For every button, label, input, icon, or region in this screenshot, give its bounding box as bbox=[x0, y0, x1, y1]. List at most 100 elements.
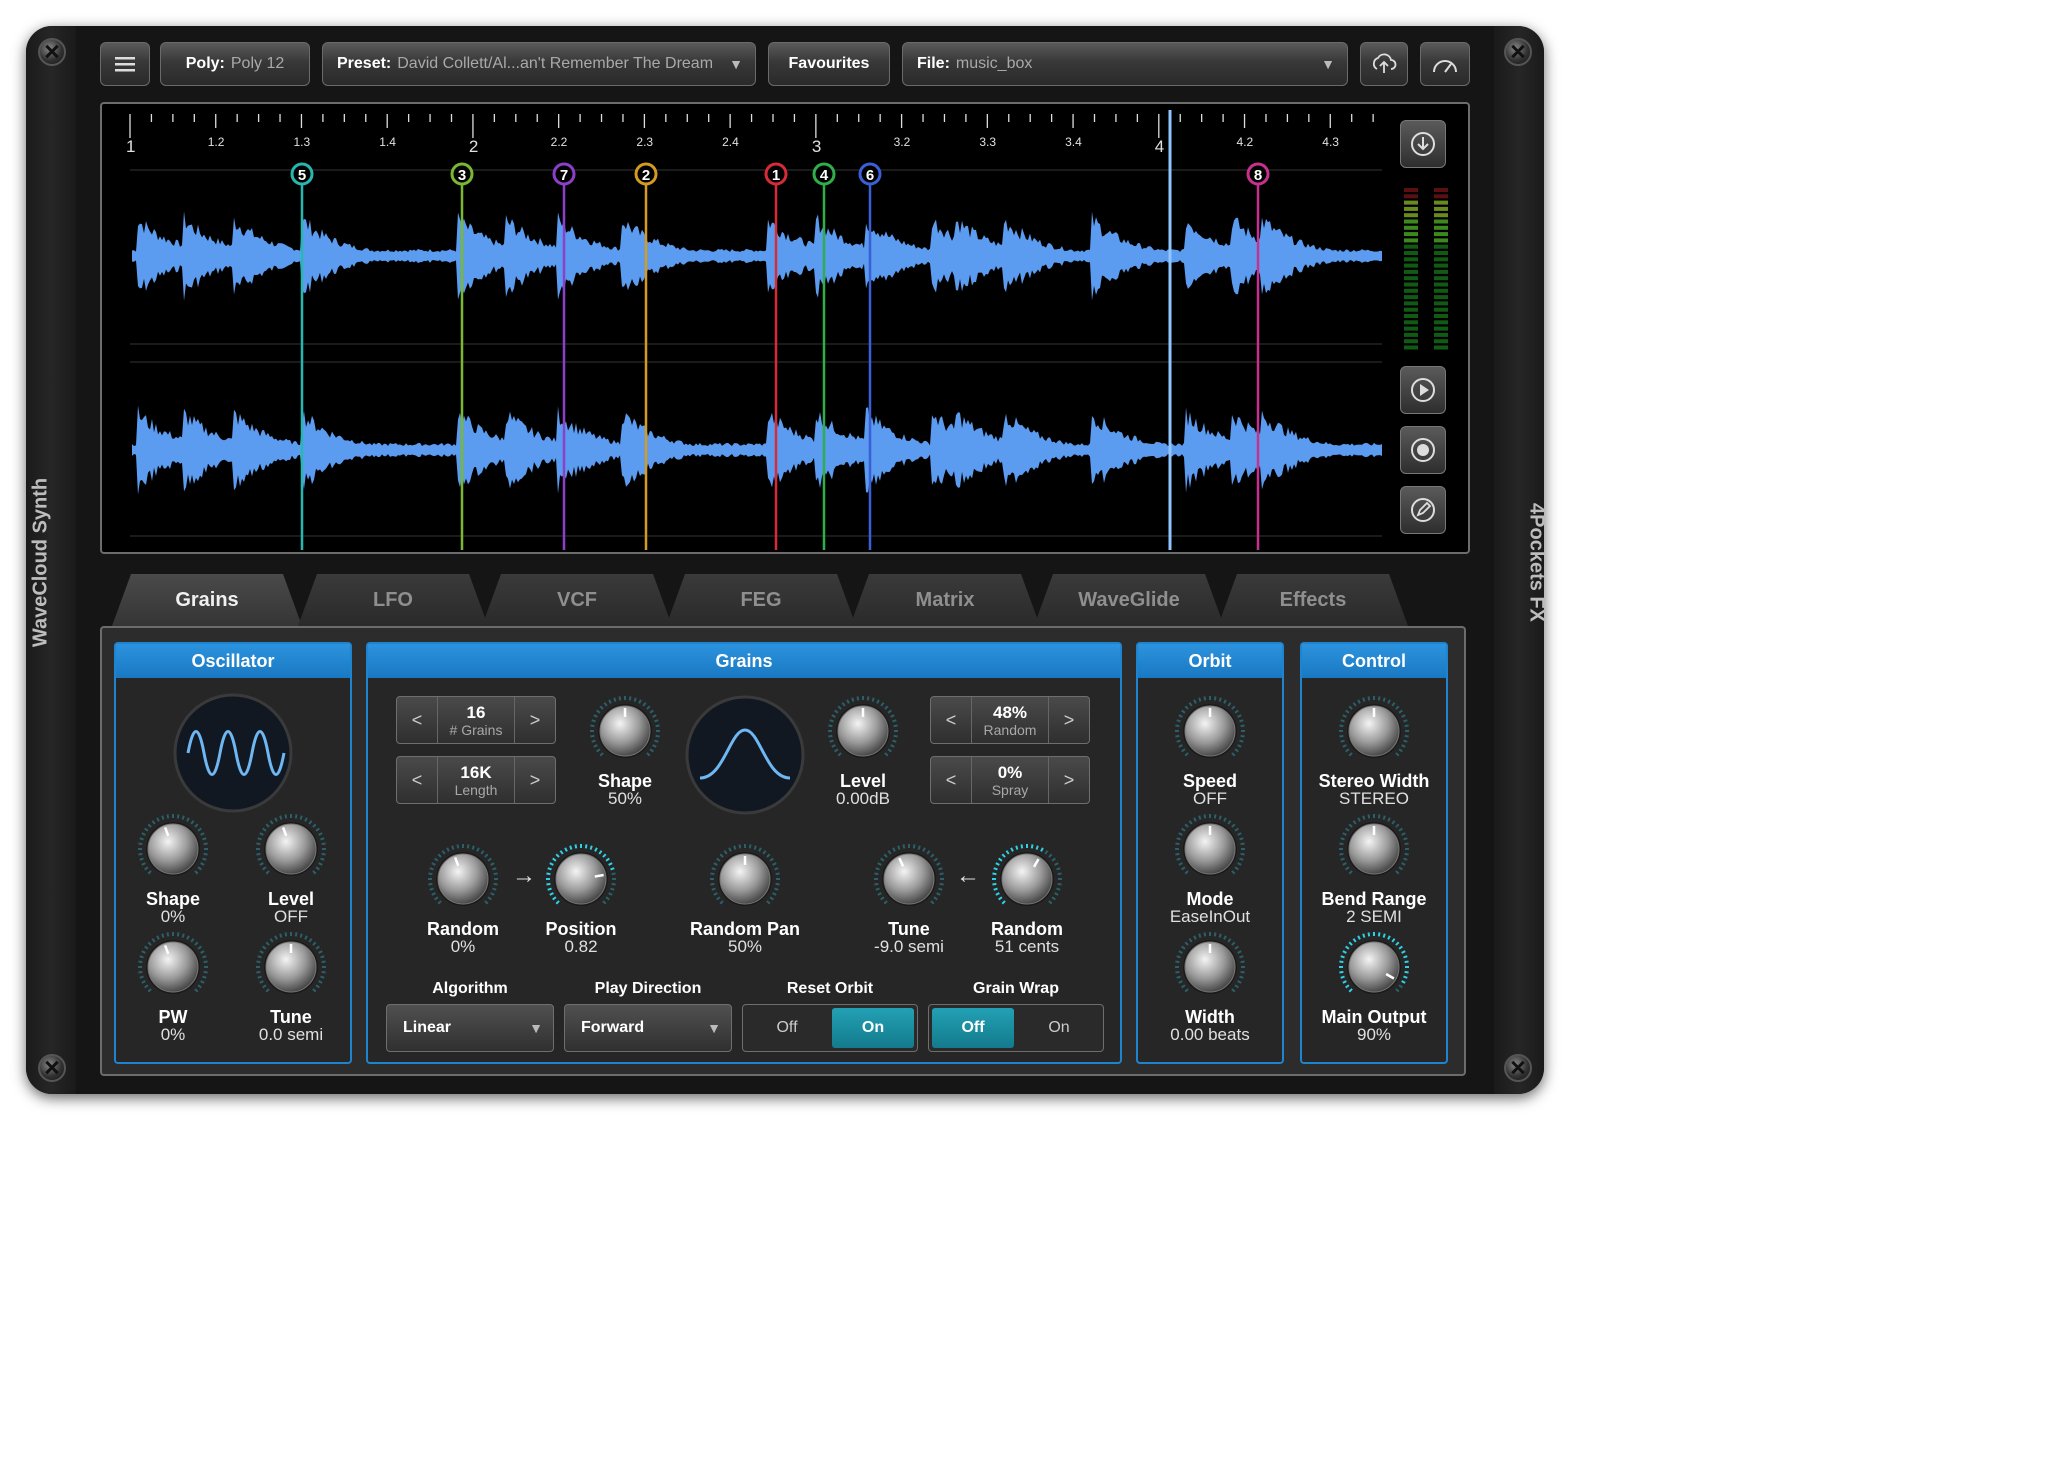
orbit-mode-value: EaseInOut bbox=[1169, 907, 1251, 926]
grain-level-knob[interactable] bbox=[826, 694, 900, 768]
osc-tune-value: 0.0 semi bbox=[258, 1025, 324, 1044]
preset-dropdown[interactable]: Preset: David Collett/Al...an't Remember … bbox=[322, 42, 756, 86]
tab-vcf[interactable]: VCF bbox=[482, 574, 672, 626]
reset-orbit-off[interactable]: Off bbox=[746, 1008, 828, 1048]
random-pan-knob[interactable] bbox=[708, 842, 782, 916]
control-header: Control bbox=[1302, 644, 1446, 678]
grain-tune-knob[interactable] bbox=[872, 842, 946, 916]
play-icon bbox=[1411, 378, 1435, 402]
screw-icon bbox=[38, 38, 66, 66]
file-label: File: bbox=[917, 55, 950, 72]
grain-marker-number: 7 bbox=[560, 167, 568, 184]
osc-level-knob[interactable] bbox=[254, 812, 328, 886]
sine-wave-display[interactable] bbox=[172, 692, 294, 814]
dropdown-arrow-icon: ▼ bbox=[529, 1020, 543, 1036]
decrement-button[interactable]: < bbox=[397, 757, 437, 803]
position-knob[interactable] bbox=[544, 842, 618, 916]
orbit-mode-knob[interactable] bbox=[1173, 812, 1247, 886]
orbit-mode-label: Mode bbox=[1186, 889, 1234, 909]
osc-tune-label: Tune bbox=[270, 1007, 312, 1027]
grain-marker-number: 2 bbox=[642, 167, 650, 184]
file-value: music_box bbox=[955, 55, 1033, 72]
grain-marker-number: 3 bbox=[458, 167, 466, 184]
main-output-knob[interactable] bbox=[1337, 930, 1411, 1004]
decrement-button[interactable]: < bbox=[931, 757, 971, 803]
bend-range-knob[interactable] bbox=[1337, 812, 1411, 886]
grains-count-label: # Grains bbox=[449, 721, 503, 738]
random-pan-value: 50% bbox=[727, 937, 763, 956]
grain-wrap-off[interactable]: Off bbox=[932, 1008, 1014, 1048]
poly-button[interactable]: Poly: Poly 12 bbox=[160, 42, 310, 86]
grain-marker-number: 5 bbox=[298, 167, 306, 184]
main-output-value: 90% bbox=[1356, 1025, 1392, 1044]
performance-button[interactable] bbox=[1420, 42, 1470, 86]
edit-button[interactable] bbox=[1400, 486, 1446, 534]
waveform-canvas: 5 3 7 2 1 4 6 8 bbox=[130, 110, 1382, 550]
tab-lfo[interactable]: LFO bbox=[298, 574, 488, 626]
algorithm-dropdown[interactable]: Linear ▼ bbox=[386, 1004, 554, 1052]
orbit-width-knob[interactable] bbox=[1173, 930, 1247, 1004]
increment-button[interactable]: > bbox=[1049, 697, 1089, 743]
favourites-button[interactable]: Favourites bbox=[768, 42, 890, 86]
file-dropdown[interactable]: File: music_box ▼ bbox=[902, 42, 1348, 86]
dropdown-arrow-icon: ▼ bbox=[1321, 56, 1335, 72]
random-label: Random bbox=[983, 721, 1037, 738]
dropdown-arrow-icon: ▼ bbox=[729, 56, 743, 72]
tab-matrix[interactable]: Matrix bbox=[850, 574, 1040, 626]
position-random-knob[interactable] bbox=[426, 842, 500, 916]
random-stepper[interactable]: < 48% Random > bbox=[930, 696, 1090, 744]
tab-waveglide[interactable]: WaveGlide bbox=[1034, 574, 1224, 626]
upload-icon bbox=[1372, 53, 1397, 73]
osc-shape-knob[interactable] bbox=[136, 812, 210, 886]
reset-orbit-on[interactable]: On bbox=[832, 1008, 914, 1048]
orbit-width-value: 0.00 beats bbox=[1170, 1025, 1250, 1044]
osc-tune-knob[interactable] bbox=[254, 930, 328, 1004]
grains-count-stepper[interactable]: < 16 # Grains > bbox=[396, 696, 556, 744]
increment-button[interactable]: > bbox=[1049, 757, 1089, 803]
synth-window: WaveCloud Synth 4Pockets FX Poly: Poly 12… bbox=[26, 26, 1548, 1094]
screw-icon bbox=[1504, 38, 1532, 66]
tab-feg[interactable]: FEG bbox=[666, 574, 856, 626]
reset-orbit-toggle[interactable]: Off On bbox=[742, 1004, 918, 1052]
osc-pw-knob[interactable] bbox=[136, 930, 210, 1004]
grain-wrap-toggle[interactable]: Off On bbox=[928, 1004, 1104, 1052]
main-output-label: Main Output bbox=[1321, 1007, 1427, 1027]
decrement-button[interactable]: < bbox=[931, 697, 971, 743]
oscillator-header: Oscillator bbox=[116, 644, 350, 678]
grain-marker-number: 1 bbox=[772, 167, 780, 184]
upload-button[interactable] bbox=[1360, 42, 1408, 86]
brand-label: 4Pockets FX bbox=[1525, 503, 1548, 622]
grain-shape-value: 50% bbox=[607, 789, 643, 808]
tab-effects[interactable]: Effects bbox=[1218, 574, 1408, 626]
random-pan-label: Random Pan bbox=[689, 919, 800, 939]
record-button[interactable] bbox=[1400, 426, 1446, 474]
stereo-width-knob[interactable] bbox=[1337, 694, 1411, 768]
length-stepper[interactable]: < 16K Length > bbox=[396, 756, 556, 804]
orbit-speed-label: Speed bbox=[1182, 771, 1238, 791]
position-label: Position bbox=[545, 919, 617, 939]
orbit-width-label: Width bbox=[1185, 1007, 1235, 1027]
play-direction-dropdown[interactable]: Forward ▼ bbox=[564, 1004, 732, 1052]
tune-random-value: 51 cents bbox=[994, 937, 1060, 956]
tune-random-knob[interactable] bbox=[990, 842, 1064, 916]
bend-range-value: 2 SEMI bbox=[1346, 907, 1402, 926]
menu-button[interactable] bbox=[100, 42, 150, 86]
spray-stepper[interactable]: < 0% Spray > bbox=[930, 756, 1090, 804]
tab-grains[interactable]: Grains bbox=[112, 574, 302, 626]
increment-button[interactable]: > bbox=[515, 697, 555, 743]
pencil-icon bbox=[1411, 498, 1435, 522]
orbit-speed-knob[interactable] bbox=[1173, 694, 1247, 768]
waveform-display[interactable]: 11.21.31.422.22.32.433.23.33.444.24.34.4… bbox=[100, 102, 1470, 554]
grain-wrap-on[interactable]: On bbox=[1018, 1008, 1100, 1048]
download-button[interactable] bbox=[1400, 120, 1446, 168]
control-section: Control Stereo Width STEREO Bend Range 2… bbox=[1300, 642, 1448, 1064]
spray-value: 0% bbox=[997, 762, 1023, 782]
spray-label: Spray bbox=[991, 781, 1029, 798]
screw-icon bbox=[38, 1054, 66, 1082]
play-button[interactable] bbox=[1400, 366, 1446, 414]
grain-shape-knob[interactable] bbox=[588, 694, 662, 768]
decrement-button[interactable]: < bbox=[397, 697, 437, 743]
reset-orbit-label: Reset Orbit bbox=[786, 980, 874, 997]
dropdown-arrow-icon: ▼ bbox=[707, 1020, 721, 1036]
length-label: Length bbox=[454, 781, 498, 798]
